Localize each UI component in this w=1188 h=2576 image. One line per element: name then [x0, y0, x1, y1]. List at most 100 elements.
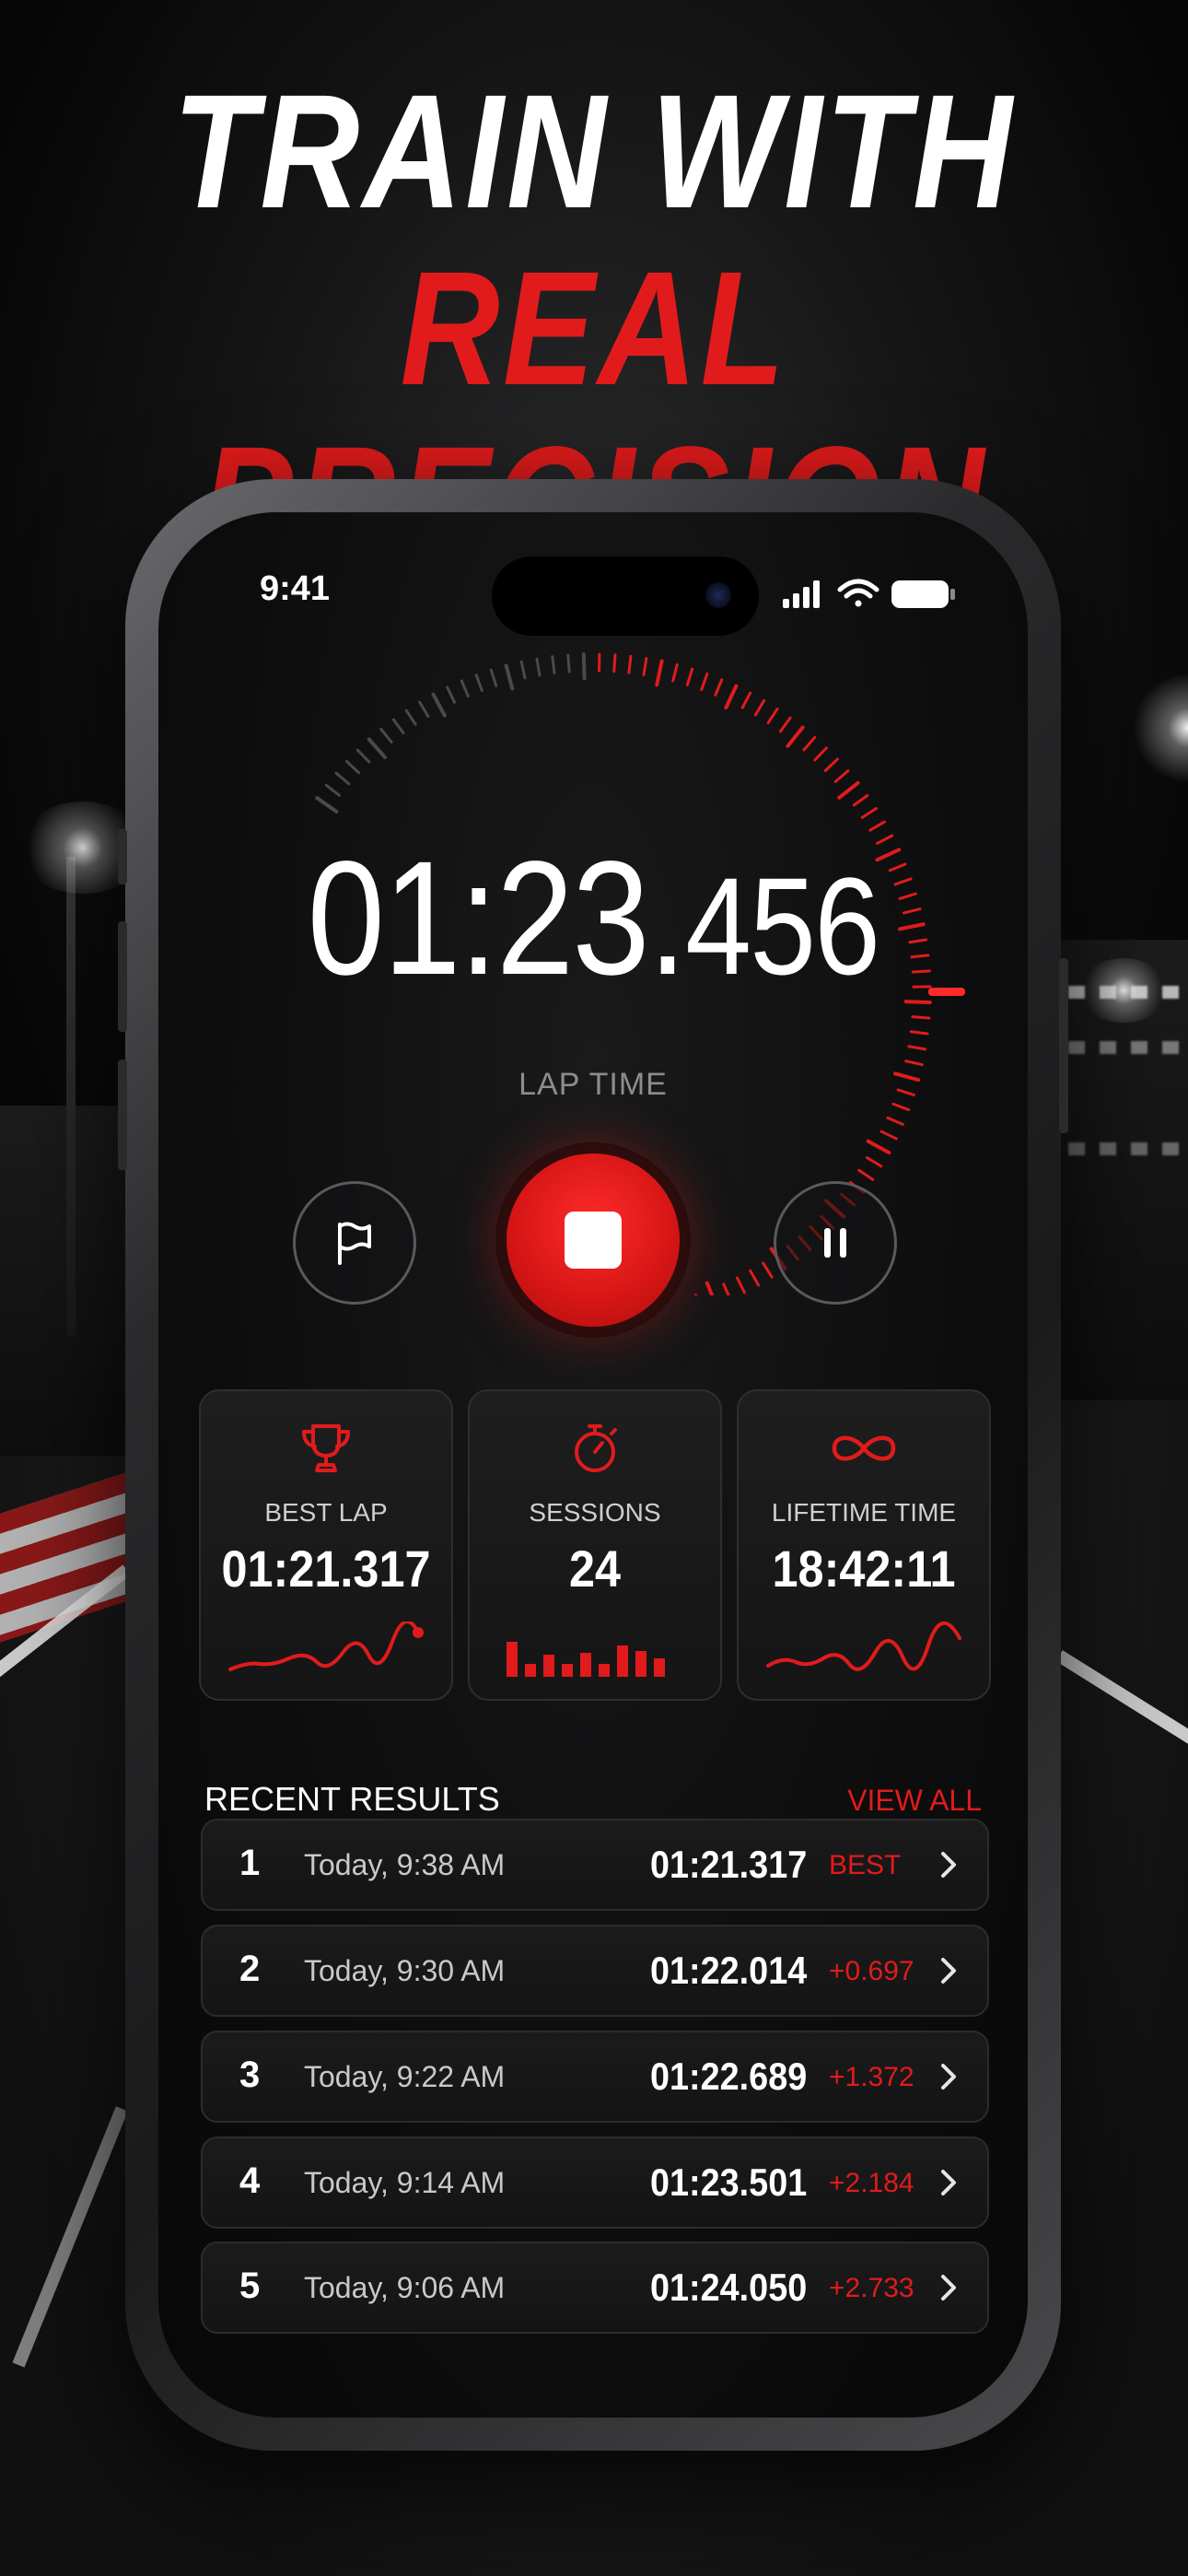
- result-row[interactable]: 2 Today, 9:30 AM 01:22.014 +0.697: [201, 1925, 989, 2017]
- stopwatch-icon: [575, 1424, 617, 1472]
- headline-line-1: TRAIN WITH: [172, 62, 1016, 242]
- stat-card-lifetime[interactable]: LIFETIME TIME 18:42:11: [737, 1389, 991, 1701]
- result-time-of-day: Today, 9:06 AM: [304, 2271, 506, 2304]
- lifetime-sparkline: [766, 1622, 961, 1671]
- dial-tick: [866, 1156, 883, 1168]
- stat-value: 18:42:11: [772, 1540, 956, 1598]
- result-rank: 4: [239, 2160, 261, 2201]
- stat-value: 24: [568, 1540, 622, 1598]
- dial-tick: [857, 1168, 875, 1181]
- dial-tick: [891, 1102, 911, 1112]
- dial-tick: [766, 707, 779, 725]
- stat-value: 01:21.317: [221, 1540, 431, 1598]
- stat-label: SESSIONS: [529, 1498, 661, 1527]
- result-lap-time: 01:24.050: [650, 2266, 808, 2309]
- dial-tick: [700, 673, 709, 692]
- dial-tick: [852, 793, 869, 807]
- dial-tick: [344, 759, 361, 775]
- dial-tick: [802, 735, 817, 752]
- dial-tick: [740, 691, 752, 709]
- dial-tick: [671, 663, 679, 683]
- dial-tick: [837, 780, 860, 800]
- dial-tick: [904, 1060, 924, 1067]
- stat-card-sessions[interactable]: SESSIONS 24: [468, 1389, 722, 1701]
- result-time-of-day: Today, 9:38 AM: [304, 1848, 506, 1881]
- result-time-of-day: Today, 9:22 AM: [304, 2060, 506, 2093]
- dial-tick: [813, 746, 828, 762]
- dial-tick: [391, 718, 405, 735]
- dial-tick: [627, 654, 633, 674]
- dial-tick: [379, 727, 393, 744]
- dial-tick: [879, 1130, 898, 1141]
- trophy-icon: [302, 1424, 350, 1472]
- dial-tick: [753, 698, 766, 717]
- result-rank: 1: [239, 1843, 261, 1883]
- result-delta: +1.372: [829, 2062, 914, 2092]
- stop-button[interactable]: [507, 1153, 680, 1327]
- phone-frame: 9:41 01:23.456 LAP TIME BEST LAP 01:21.3…: [118, 479, 1068, 2451]
- dial-tick: [909, 1030, 929, 1036]
- pause-icon: [824, 1228, 846, 1258]
- wifi-icon: [837, 579, 879, 607]
- dial-tick: [535, 657, 542, 677]
- lap-time-label: LAP TIME: [518, 1067, 668, 1102]
- chevron-right-icon: [941, 2064, 956, 2090]
- recent-results-title: RECENT RESULTS: [204, 1780, 500, 1818]
- dial-tick: [724, 684, 739, 710]
- dial-tick: [519, 660, 527, 680]
- dial-tick: [779, 716, 792, 733]
- result-rank: 3: [239, 2055, 261, 2095]
- infinity-icon: [832, 1435, 896, 1461]
- dial-tick: [581, 652, 587, 681]
- dial-tick: [860, 807, 879, 819]
- dial-tick: [866, 1139, 891, 1155]
- result-lap-time: 01:22.014: [650, 1949, 808, 1992]
- dial-tick: [489, 668, 498, 687]
- dial-tick: [474, 673, 483, 693]
- dial-tick: [833, 769, 850, 783]
- signal-icon: [783, 580, 820, 608]
- dial-tick: [551, 655, 556, 675]
- battery-icon: [891, 580, 955, 608]
- result-time-of-day: Today, 9:14 AM: [304, 2166, 506, 2199]
- result-time-of-day: Today, 9:30 AM: [304, 1954, 506, 1987]
- chevron-right-icon: [941, 1958, 956, 1984]
- dial-tick: [911, 1015, 931, 1020]
- result-delta: +0.697: [829, 1956, 914, 1986]
- result-row[interactable]: 3 Today, 9:22 AM 01:22.689 +1.372: [201, 2031, 989, 2123]
- dial-tick: [762, 1261, 774, 1279]
- flag-icon: [338, 1222, 371, 1265]
- result-row[interactable]: 5 Today, 9:06 AM 01:24.050 +2.733: [201, 2242, 989, 2334]
- dial-tick: [446, 685, 456, 704]
- dial-tick: [566, 653, 571, 673]
- result-delta: +2.184: [829, 2168, 914, 2198]
- dial-tick: [786, 725, 805, 748]
- sessions-bars: [507, 1642, 665, 1677]
- dial-tick: [685, 667, 694, 686]
- chevron-right-icon: [941, 2275, 956, 2301]
- dial-tick: [367, 737, 388, 759]
- dial-tick: [722, 1282, 730, 1295]
- view-all-link[interactable]: VIEW ALL: [847, 1784, 982, 1818]
- dial-tick: [431, 692, 447, 718]
- stat-card-best-lap[interactable]: BEST LAP 01:21.317: [199, 1389, 453, 1701]
- dial-tick: [735, 1276, 746, 1294]
- dial-tick: [749, 1269, 761, 1287]
- dial-tick: [823, 757, 839, 772]
- status-icons: [783, 579, 955, 608]
- dial-tick: [355, 748, 371, 764]
- dial-tick: [315, 796, 339, 814]
- dial-tick: [404, 708, 417, 726]
- result-row[interactable]: 4 Today, 9:14 AM 01:23.501 +2.184: [201, 2137, 989, 2229]
- flag-lap-button[interactable]: [293, 1181, 416, 1305]
- dial-tick: [504, 663, 515, 691]
- dial-tick: [612, 653, 617, 673]
- dial-tick: [907, 1045, 927, 1051]
- dial-tick: [714, 678, 724, 697]
- dial-tick: [886, 1116, 904, 1126]
- stat-label: BEST LAP: [264, 1498, 388, 1527]
- result-delta: BEST: [829, 1850, 902, 1880]
- pause-button[interactable]: [774, 1181, 897, 1305]
- chevron-right-icon: [941, 1852, 956, 1878]
- result-row[interactable]: 1 Today, 9:38 AM 01:21.317 BEST: [201, 1819, 989, 1911]
